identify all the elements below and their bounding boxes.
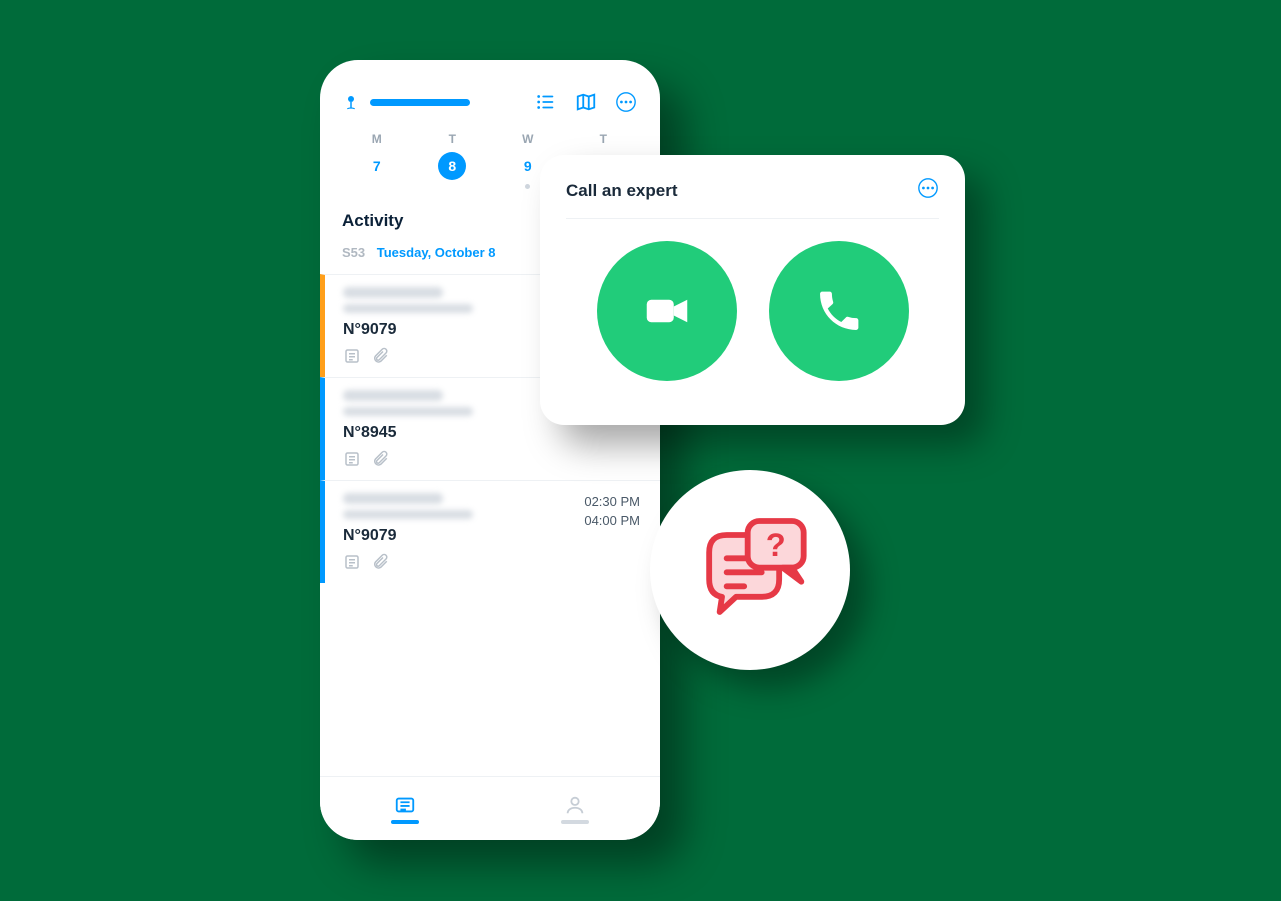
more-icon[interactable] [614, 90, 638, 114]
search-bar-placeholder[interactable] [370, 99, 470, 106]
day-letter: T [569, 132, 639, 146]
current-date: Tuesday, October 8 [377, 245, 496, 260]
chat-question-icon: ? [680, 500, 820, 640]
tab-profile[interactable] [490, 777, 660, 840]
attachment-icon[interactable] [371, 450, 389, 468]
attachment-icon[interactable] [371, 347, 389, 365]
video-call-button[interactable] [597, 241, 737, 381]
activity-card[interactable]: 02:30 PM 04:00 PM N°9079 [320, 480, 660, 583]
week-code: S53 [342, 245, 365, 260]
start-time: 02:30 PM [584, 493, 640, 512]
attachment-icon[interactable] [371, 553, 389, 571]
tab-bar [320, 776, 660, 840]
map-icon[interactable] [574, 90, 598, 114]
day-dot [525, 184, 530, 189]
end-time: 04:00 PM [584, 512, 640, 531]
blurred-subtitle [343, 510, 473, 519]
list-icon[interactable] [534, 90, 558, 114]
help-chat-badge[interactable]: ? [650, 470, 850, 670]
blurred-title [343, 493, 443, 504]
day-number: 9 [514, 152, 542, 180]
card-icons [343, 450, 640, 468]
expert-header: Call an expert [566, 177, 939, 219]
day-tue[interactable]: T 8 [418, 132, 488, 189]
tab-underline [561, 820, 589, 824]
note-icon[interactable] [343, 553, 361, 571]
blurred-title [343, 287, 443, 298]
day-letter: W [493, 132, 563, 146]
day-number: 7 [363, 152, 391, 180]
more-icon[interactable] [917, 177, 939, 204]
day-letter: M [342, 132, 412, 146]
tab-activity[interactable] [320, 777, 490, 840]
day-number: 8 [438, 152, 466, 180]
blurred-title [343, 390, 443, 401]
blurred-subtitle [343, 407, 473, 416]
day-mon[interactable]: M 7 [342, 132, 412, 189]
call-expert-card: Call an expert [540, 155, 965, 425]
svg-text:?: ? [766, 526, 786, 563]
expert-title: Call an expert [566, 181, 678, 201]
top-bar [320, 90, 660, 132]
card-icons [343, 553, 640, 571]
card-times: 02:30 PM 04:00 PM [584, 493, 640, 531]
tab-underline [391, 820, 419, 824]
call-buttons [566, 241, 939, 381]
audio-call-button[interactable] [769, 241, 909, 381]
note-icon[interactable] [343, 347, 361, 365]
blurred-subtitle [343, 304, 473, 313]
location-pin-icon[interactable] [342, 91, 360, 113]
day-letter: T [418, 132, 488, 146]
note-icon[interactable] [343, 450, 361, 468]
